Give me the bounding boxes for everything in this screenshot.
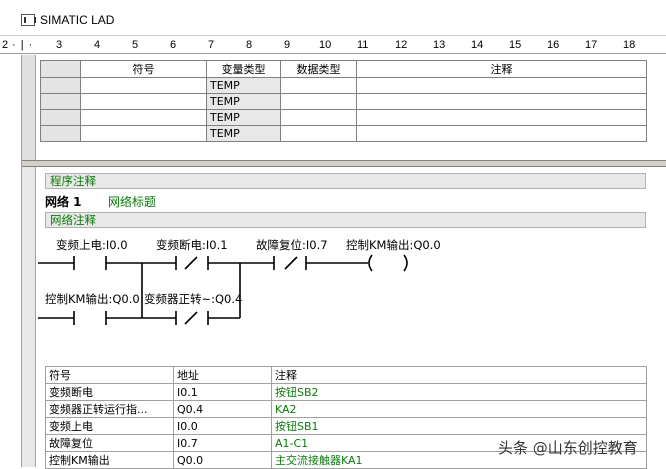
symbol-cell: 变频器正转运行指... <box>45 400 174 418</box>
ruler-ticks: · | · <box>12 39 34 51</box>
comment-cell[interactable] <box>356 77 647 94</box>
window-title: SIMATIC LAD <box>40 13 115 27</box>
table-row: TEMP <box>40 109 647 126</box>
row-header-corner <box>40 60 81 78</box>
network-label: 网络 1 <box>45 195 82 209</box>
symbol-cell: 变频断电 <box>45 383 174 401</box>
row-header[interactable] <box>40 77 81 94</box>
ruler-mark: 16 <box>547 39 560 51</box>
ruler-mark: 2 <box>2 39 9 51</box>
symbol-cell: 变频上电 <box>45 417 174 435</box>
address-cell: Q0.4 <box>173 400 272 418</box>
address-cell: I0.1 <box>173 383 272 401</box>
ruler-mark: 18 <box>623 39 636 51</box>
table-row: 变频器正转运行指... Q0.4 KA2 <box>45 400 647 418</box>
ruler-mark: 8 <box>246 39 253 51</box>
col-header-var-type: 变量类型 <box>206 60 281 78</box>
network-title[interactable]: 网络标题 <box>108 193 156 210</box>
symbol-cell: 故障复位 <box>45 434 174 452</box>
nc-contact-vfd-forward[interactable] <box>175 311 209 325</box>
var-type-cell: TEMP <box>206 77 281 94</box>
ruler-mark: 6 <box>170 39 177 51</box>
comment-cell: 按钮SB2 <box>271 383 647 401</box>
comment-cell[interactable] <box>356 93 647 110</box>
symbol-cell[interactable] <box>80 109 207 126</box>
comment-cell[interactable] <box>356 109 647 126</box>
table-header-row: 符号 地址 注释 <box>45 366 647 384</box>
data-type-cell[interactable] <box>280 109 357 126</box>
col-header-address: 地址 <box>173 366 272 384</box>
table-header-row: 符号 变量类型 数据类型 注释 <box>40 60 647 78</box>
nc-contact-stop-power[interactable] <box>175 256 209 270</box>
ruler-mark: 15 <box>509 39 522 51</box>
ruler-mark: 14 <box>471 39 484 51</box>
var-type-cell: TEMP <box>206 109 281 126</box>
var-type-cell: TEMP <box>206 125 281 142</box>
row-header[interactable] <box>40 109 81 126</box>
coil-km-output[interactable] <box>368 254 408 272</box>
nc-contact-fault-reset[interactable] <box>273 256 307 270</box>
address-cell: I0.7 <box>173 434 272 452</box>
symbol-cell[interactable] <box>80 93 207 110</box>
table-row: 变频上电 I0.0 按钮SB1 <box>45 417 647 435</box>
symbol-cell: 控制KM输出 <box>45 451 174 469</box>
comment-cell: KA2 <box>271 400 647 418</box>
pane-splitter[interactable] <box>22 160 666 167</box>
ladder-app-icon <box>21 14 36 26</box>
table-row: TEMP <box>40 125 647 142</box>
ruler-mark: 9 <box>284 39 291 51</box>
data-type-cell[interactable] <box>280 77 357 94</box>
ruler-mark: 17 <box>585 39 598 51</box>
table-row: TEMP <box>40 93 647 110</box>
address-cell: Q0.0 <box>173 451 272 469</box>
no-contact-start-power[interactable] <box>73 256 107 270</box>
symbol-cell[interactable] <box>80 125 207 142</box>
ruler-mark: 13 <box>433 39 446 51</box>
ruler-mark: 10 <box>319 39 332 51</box>
row-header[interactable] <box>40 93 81 110</box>
ladder-diagram <box>38 254 408 325</box>
ruler-mark: 7 <box>208 39 215 51</box>
network-comment[interactable]: 网络注释 <box>45 212 646 228</box>
var-type-cell: TEMP <box>206 93 281 110</box>
col-header-comment: 注释 <box>356 60 647 78</box>
ruler-mark: 11 <box>357 39 369 51</box>
col-header-symbol: 符号 <box>45 366 174 384</box>
title-bar: SIMATIC LAD <box>0 0 666 36</box>
comment-cell: 按钮SB1 <box>271 417 647 435</box>
left-pane <box>0 55 22 467</box>
ruler-mark: 3 <box>56 39 63 51</box>
no-contact-km-output[interactable] <box>73 311 107 325</box>
variable-declaration-table: 符号 变量类型 数据类型 注释 TEMP TEMP TEMP TEMP <box>40 60 647 142</box>
watermark: 头条 @山东创控教育 <box>498 439 638 457</box>
symbol-cell[interactable] <box>80 77 207 94</box>
comment-cell[interactable] <box>356 125 647 142</box>
ruler-mark: 5 <box>132 39 139 51</box>
data-type-cell[interactable] <box>280 93 357 110</box>
address-cell: I0.0 <box>173 417 272 435</box>
ruler-mark: 12 <box>395 39 408 51</box>
editor-margin <box>22 167 36 467</box>
program-comment[interactable]: 程序注释 <box>45 173 646 189</box>
data-type-cell[interactable] <box>280 125 357 142</box>
var-table-row-header-strip <box>22 55 36 160</box>
col-header-symbol: 符号 <box>80 60 207 78</box>
ruler-mark: 4 <box>94 39 101 51</box>
table-row: TEMP <box>40 77 647 94</box>
row-header[interactable] <box>40 125 81 142</box>
col-header-data-type: 数据类型 <box>280 60 357 78</box>
ruler: 2 · | · 3 4 5 6 7 8 9 10 11 12 13 14 15 … <box>0 37 666 54</box>
col-header-comment: 注释 <box>271 366 647 384</box>
table-row: 变频断电 I0.1 按钮SB2 <box>45 383 647 401</box>
